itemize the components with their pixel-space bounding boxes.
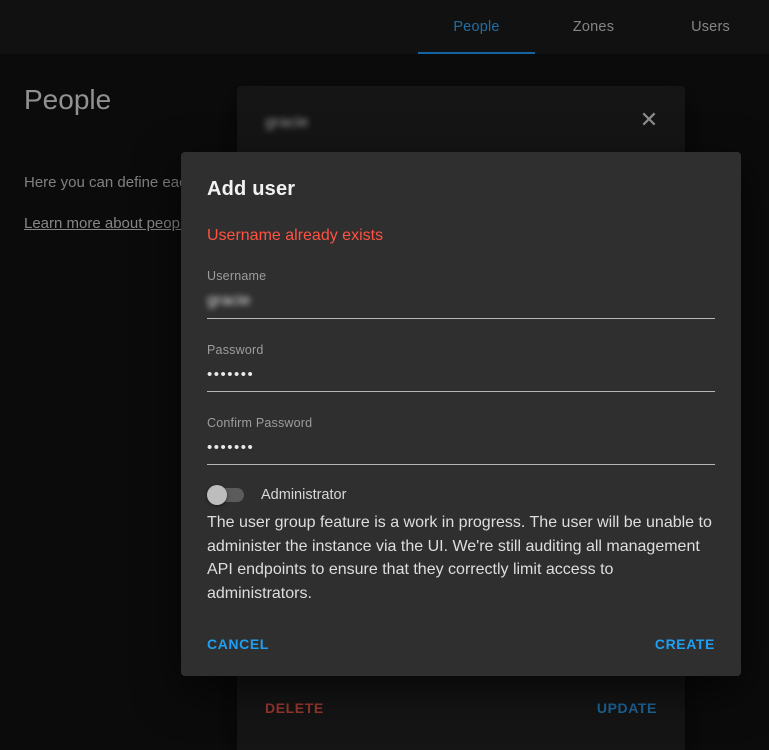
dialog-title: Add user (207, 178, 296, 200)
add-user-dialog: Add user Username already exists Usernam… (181, 152, 741, 676)
error-message: Username already exists (207, 227, 384, 244)
dialog-actions: CANCEL CREATE (207, 636, 715, 656)
password-input[interactable]: ••••••• (207, 366, 715, 392)
toggle-knob (207, 485, 227, 505)
administrator-note: The user group feature is a work in prog… (207, 514, 712, 602)
username-value: gracie (207, 292, 251, 309)
administrator-label: Administrator (261, 487, 347, 503)
administrator-toggle[interactable] (207, 485, 247, 505)
username-field: Username gracie (207, 269, 715, 319)
confirm-password-label: Confirm Password (207, 416, 313, 430)
cancel-button[interactable]: CANCEL (207, 636, 269, 652)
confirm-password-input[interactable]: ••••••• (207, 439, 715, 465)
administrator-toggle-row: Administrator (207, 485, 715, 505)
username-label: Username (207, 269, 267, 283)
create-button[interactable]: CREATE (655, 636, 715, 652)
username-input[interactable]: gracie (207, 292, 715, 319)
confirm-password-field: Confirm Password ••••••• (207, 416, 715, 465)
password-label: Password (207, 343, 264, 357)
password-field: Password ••••••• (207, 343, 715, 392)
